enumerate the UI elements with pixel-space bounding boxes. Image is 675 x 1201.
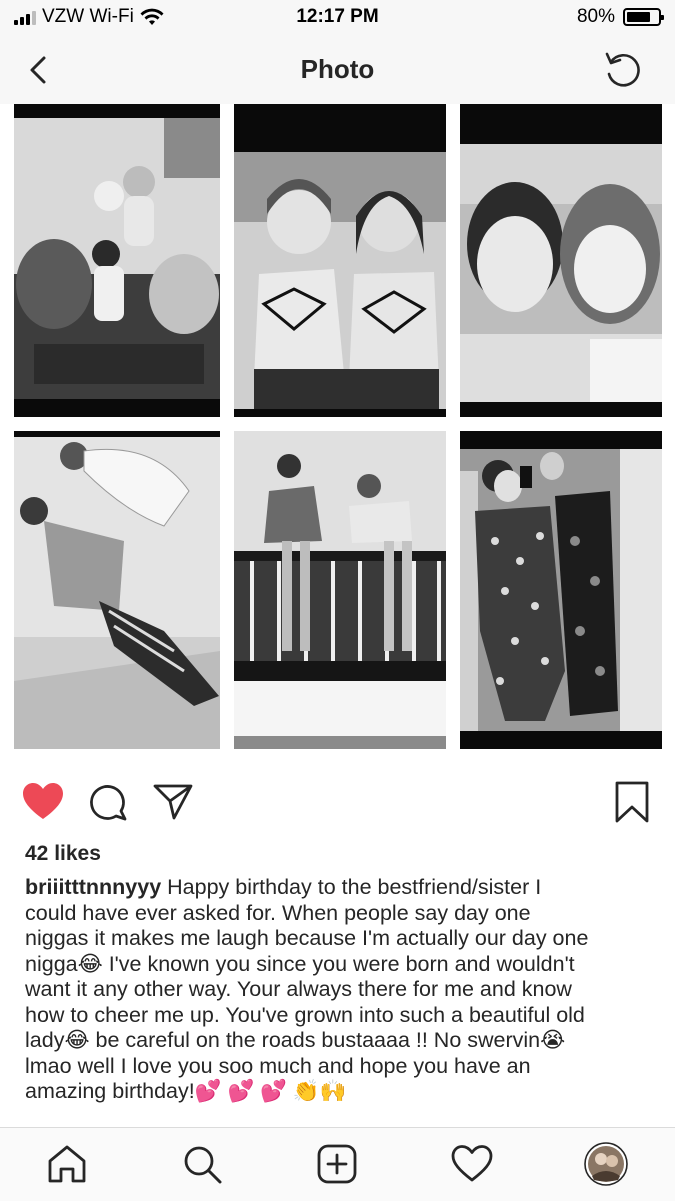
page-title: Photo [300, 54, 375, 84]
caption-line: briiitttnnnyyy Happy birthday to the bes… [25, 875, 650, 901]
search-icon[interactable] [180, 1142, 224, 1186]
battery-tip [661, 15, 664, 20]
photo-tile-1 [14, 104, 220, 417]
caption-line: want it any other way. Your always there… [25, 977, 572, 1001]
likes-count[interactable]: 42 likes [25, 842, 101, 866]
nav-bar: Photo [0, 36, 675, 105]
bookmark-icon[interactable] [614, 780, 650, 824]
comment-icon[interactable] [88, 782, 128, 822]
home-icon[interactable] [45, 1142, 89, 1186]
caption-username[interactable]: briiitttnnnyyy [25, 875, 161, 899]
caption-line: nigga😂 I've known you since you were bor… [25, 951, 575, 976]
post-actions [0, 770, 675, 832]
caption-text: Happy birthday to the bestfriend/sister … [161, 875, 542, 899]
refresh-icon[interactable] [601, 48, 645, 92]
status-right: 80% [576, 6, 664, 28]
status-time: 12:17 PM [296, 6, 379, 27]
caption-line: how to cheer me up. You've grown into su… [25, 1002, 585, 1027]
battery-percent: 80% [576, 6, 615, 27]
battery-icon [623, 8, 664, 26]
photo-tile-2 [234, 104, 446, 417]
profile-avatar-icon[interactable] [584, 1142, 628, 1186]
post-photo[interactable] [0, 104, 675, 764]
caption-line: lady😂 be careful on the roads bustaaaa !… [25, 1028, 566, 1052]
heart-icon[interactable] [22, 782, 64, 822]
photo-tile-4 [14, 431, 220, 749]
status-bar: VZW Wi-Fi 12:17 PM 80% [0, 0, 675, 36]
photo-tile-5 [234, 431, 446, 749]
caption-line: lmao well I love you soo much and hope y… [25, 1053, 531, 1078]
activity-heart-icon[interactable] [450, 1142, 494, 1186]
caption-line: amazing birthday!💕 💕 💕 👏🙌 [25, 1079, 347, 1103]
photo-tile-3 [460, 104, 662, 417]
photo-tile-6 [460, 431, 662, 749]
caption-line: could have ever asked for. When people s… [25, 900, 531, 925]
post-caption: briiitttnnnyyy Happy birthday to the bes… [25, 875, 650, 1105]
add-post-icon[interactable] [315, 1142, 359, 1186]
caption-line: niggas it makes me laugh because I'm act… [25, 926, 589, 950]
battery-fill [627, 12, 651, 22]
share-icon[interactable] [152, 782, 194, 822]
tab-bar [0, 1127, 675, 1201]
